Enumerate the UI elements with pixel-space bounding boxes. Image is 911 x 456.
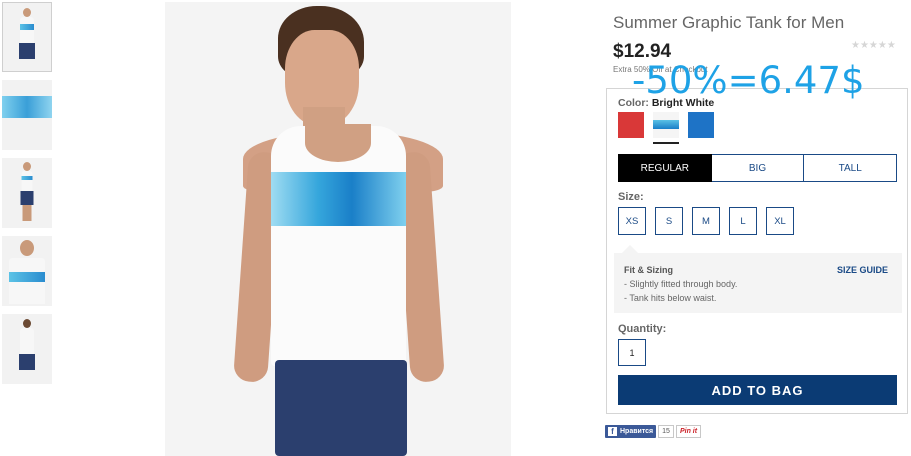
fit-line-2: - Tank hits below waist. xyxy=(624,293,717,303)
discount-overlay-text: -50%=6.47$ xyxy=(632,59,865,102)
product-title: Summer Graphic Tank for Men xyxy=(613,13,845,32)
quantity-field[interactable]: 1 xyxy=(618,339,646,366)
purchase-panel xyxy=(606,88,908,414)
size-s-button[interactable]: S xyxy=(655,207,683,235)
thumb-shorts xyxy=(19,43,35,59)
thumbnail-detail[interactable] xyxy=(2,80,52,150)
thumbnail-closeup[interactable] xyxy=(2,236,52,306)
tank-neckline xyxy=(305,124,371,162)
thumb-tank xyxy=(21,171,33,191)
fit-big-button[interactable]: BIG xyxy=(711,154,805,182)
thumb-legs xyxy=(22,205,32,221)
fit-tall-button[interactable]: TALL xyxy=(804,154,898,182)
size-xl-button[interactable]: XL xyxy=(766,207,794,235)
size-l-button[interactable]: L xyxy=(729,207,757,235)
thumb-print-detail xyxy=(2,96,52,118)
facebook-icon: f xyxy=(608,426,617,436)
size-xs-button[interactable]: XS xyxy=(618,207,646,235)
tank-graphic-band xyxy=(271,172,406,226)
facebook-like-button[interactable]: f Нравится xyxy=(605,424,657,438)
facebook-like-label: Нравится xyxy=(620,427,654,435)
thumb-head xyxy=(23,162,31,171)
thumb-shorts xyxy=(20,191,34,205)
thumb-tank xyxy=(20,17,34,43)
thumb-shorts xyxy=(19,354,35,370)
pinterest-button[interactable]: Pin it xyxy=(675,424,702,438)
fit-sizing-title: Fit & Sizing xyxy=(624,265,673,275)
model-shorts xyxy=(275,360,407,456)
product-main-image[interactable] xyxy=(165,2,511,456)
quantity-label: Quantity: xyxy=(618,323,667,335)
swatch-blue[interactable] xyxy=(688,112,714,138)
size-guide-link[interactable]: SIZE GUIDE xyxy=(837,265,888,275)
size-m-button[interactable]: M xyxy=(692,207,720,235)
swatch-red[interactable] xyxy=(618,112,644,138)
fit-regular-button[interactable]: REGULAR xyxy=(618,154,712,182)
thumb-head xyxy=(20,240,34,256)
thumbnail-front[interactable] xyxy=(2,2,52,72)
social-share-bar: f Нравится 15 Pin it xyxy=(605,424,702,438)
thumbnail-back[interactable] xyxy=(2,314,52,384)
thumbnail-full-body[interactable] xyxy=(2,158,52,228)
add-to-bag-button[interactable]: ADD TO BAG xyxy=(618,375,897,405)
like-count: 15 xyxy=(658,424,674,438)
fit-selector: REGULAR BIG TALL xyxy=(618,154,898,182)
thumb-head xyxy=(23,8,31,17)
thumb-head xyxy=(23,319,31,328)
thumb-tank xyxy=(9,258,45,304)
swatch-bright-white[interactable] xyxy=(653,112,679,144)
thumb-tank xyxy=(20,328,34,354)
size-label: Size: xyxy=(618,191,644,203)
tank-top xyxy=(271,124,406,366)
rating-stars[interactable]: ★★★★★ xyxy=(851,40,896,51)
fit-line-1: - Slightly fitted through body. xyxy=(624,279,738,289)
fit-sizing-box: Fit & Sizing SIZE GUIDE - Slightly fitte… xyxy=(614,245,902,313)
